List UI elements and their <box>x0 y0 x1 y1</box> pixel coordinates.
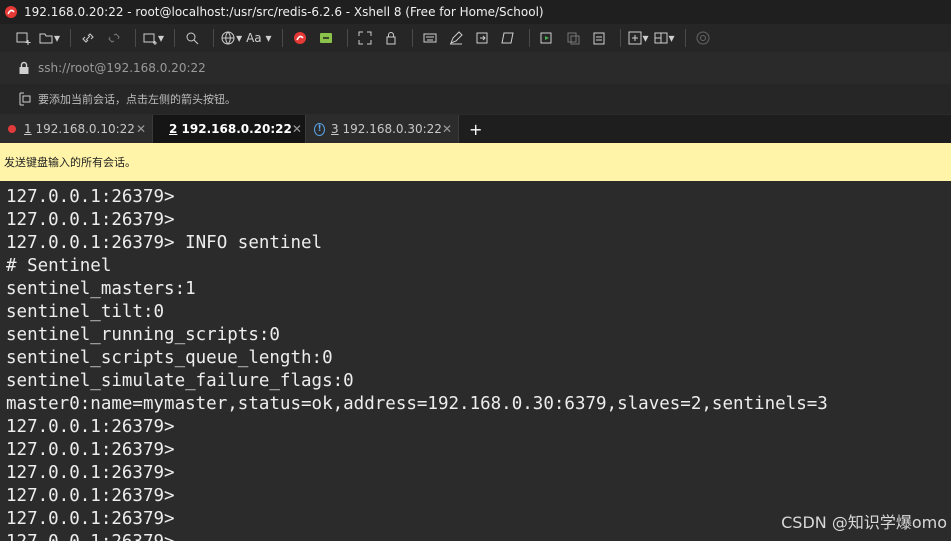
fullscreen-icon[interactable] <box>354 27 376 49</box>
terminal-line: sentinel_running_scripts:0 <box>6 325 280 345</box>
address-text: ssh://root@192.168.0.20:22 <box>38 61 206 75</box>
toolbar-divider <box>213 29 215 47</box>
toolbar-divider <box>174 29 176 47</box>
unlink-icon[interactable] <box>103 27 125 49</box>
terminal-line: 127.0.0.1:26379> <box>6 486 175 506</box>
terminal-line: sentinel_tilt:0 <box>6 302 165 322</box>
toolbar: ▾ ▾ ▾ Aa ▾ ▾ ▾ <box>0 24 951 52</box>
add-tab-button[interactable]: + <box>459 115 482 143</box>
toolbar-divider <box>346 29 348 47</box>
toolbar-divider <box>684 29 686 47</box>
transfer-icon[interactable] <box>471 27 493 49</box>
toolbar-divider <box>281 29 283 47</box>
terminal-line: master0:name=mymaster,status=ok,address=… <box>6 394 828 414</box>
status-dot-icon <box>8 125 16 133</box>
close-icon[interactable]: ✕ <box>292 122 302 136</box>
link-icon[interactable] <box>77 27 99 49</box>
globe-icon[interactable]: ▾ <box>220 27 242 49</box>
new-session-icon[interactable] <box>12 27 34 49</box>
window-title: 192.168.0.20:22 - root@localhost:/usr/sr… <box>24 5 544 19</box>
arrow-add-icon[interactable] <box>18 92 32 106</box>
notice-text: 发送键盘输入的所有会话。 <box>4 156 136 169</box>
terminal-line: # Sentinel <box>6 256 112 276</box>
terminal-line: 127.0.0.1:26379> <box>6 463 175 483</box>
terminal-line: 127.0.0.1:26379> <box>6 417 175 437</box>
terminal-line: sentinel_masters:1 <box>6 279 196 299</box>
lock-icon[interactable] <box>380 27 402 49</box>
terminal-line: 127.0.0.1:26379> INFO sentinel <box>6 233 323 253</box>
watermark: CSDN @知识学爆omo <box>781 513 947 532</box>
toolbar-divider <box>70 29 72 47</box>
font-label: Aa <box>246 31 262 45</box>
xshell-icon[interactable] <box>289 27 311 49</box>
terminal-line: 127.0.0.1:26379> <box>6 440 175 460</box>
xftp-icon[interactable] <box>315 27 337 49</box>
tab-session-2[interactable]: 2 192.168.0.20:22 ✕ <box>153 115 306 143</box>
lock-icon <box>19 61 29 74</box>
broadcast-notice: 发送键盘输入的所有会话。 <box>0 143 951 181</box>
edit-icon[interactable] <box>445 27 467 49</box>
session-hint-bar: 要添加当前会话，点击左侧的箭头按钮。 <box>0 84 951 114</box>
address-bar[interactable]: ssh://root@192.168.0.20:22 <box>0 52 951 84</box>
tab-label: 2 192.168.0.20:22 <box>169 122 292 136</box>
xshell-logo-icon <box>5 6 17 18</box>
add-icon[interactable]: ▾ <box>627 27 649 49</box>
tab-label: 1 192.168.0.10:22 <box>24 122 135 136</box>
script-icon[interactable] <box>497 27 519 49</box>
title-bar: 192.168.0.20:22 - root@localhost:/usr/sr… <box>0 0 951 24</box>
layout-icon[interactable]: ▾ <box>653 27 675 49</box>
hint-text: 要添加当前会话，点击左侧的箭头按钮。 <box>38 93 236 106</box>
toolbar-divider <box>619 29 621 47</box>
toolbar-divider <box>528 29 530 47</box>
tab-label: 3 192.168.0.30:22 <box>331 122 442 136</box>
copy-icon[interactable] <box>562 27 584 49</box>
toolbar-divider <box>135 29 137 47</box>
tab-session-3[interactable]: ! 3 192.168.0.30:22 ✕ <box>306 115 459 143</box>
info-icon: ! <box>314 122 325 136</box>
terminal-output[interactable]: 127.0.0.1:26379> 127.0.0.1:26379> 127.0.… <box>0 181 951 541</box>
keyboard-icon[interactable] <box>419 27 441 49</box>
toolbar-divider <box>411 29 413 47</box>
search-icon[interactable] <box>181 27 203 49</box>
new-window-icon[interactable]: ▾ <box>142 27 164 49</box>
font-icon[interactable]: Aa ▾ <box>246 27 271 49</box>
paste-icon[interactable] <box>588 27 610 49</box>
close-icon[interactable]: ✕ <box>136 122 146 136</box>
open-icon[interactable]: ▾ <box>38 27 60 49</box>
run-icon[interactable] <box>536 27 558 49</box>
tab-session-1[interactable]: 1 192.168.0.10:22 ✕ <box>0 115 153 143</box>
terminal-line: sentinel_scripts_queue_length:0 <box>6 348 333 368</box>
close-icon[interactable]: ✕ <box>442 122 452 136</box>
settings-icon[interactable] <box>692 27 714 49</box>
terminal-line: 127.0.0.1:26379> <box>6 210 175 230</box>
terminal-line: 127.0.0.1:26379> <box>6 187 175 207</box>
terminal-line: sentinel_simulate_failure_flags:0 <box>6 371 354 391</box>
session-tabs: 1 192.168.0.10:22 ✕ 2 192.168.0.20:22 ✕ … <box>0 115 951 143</box>
